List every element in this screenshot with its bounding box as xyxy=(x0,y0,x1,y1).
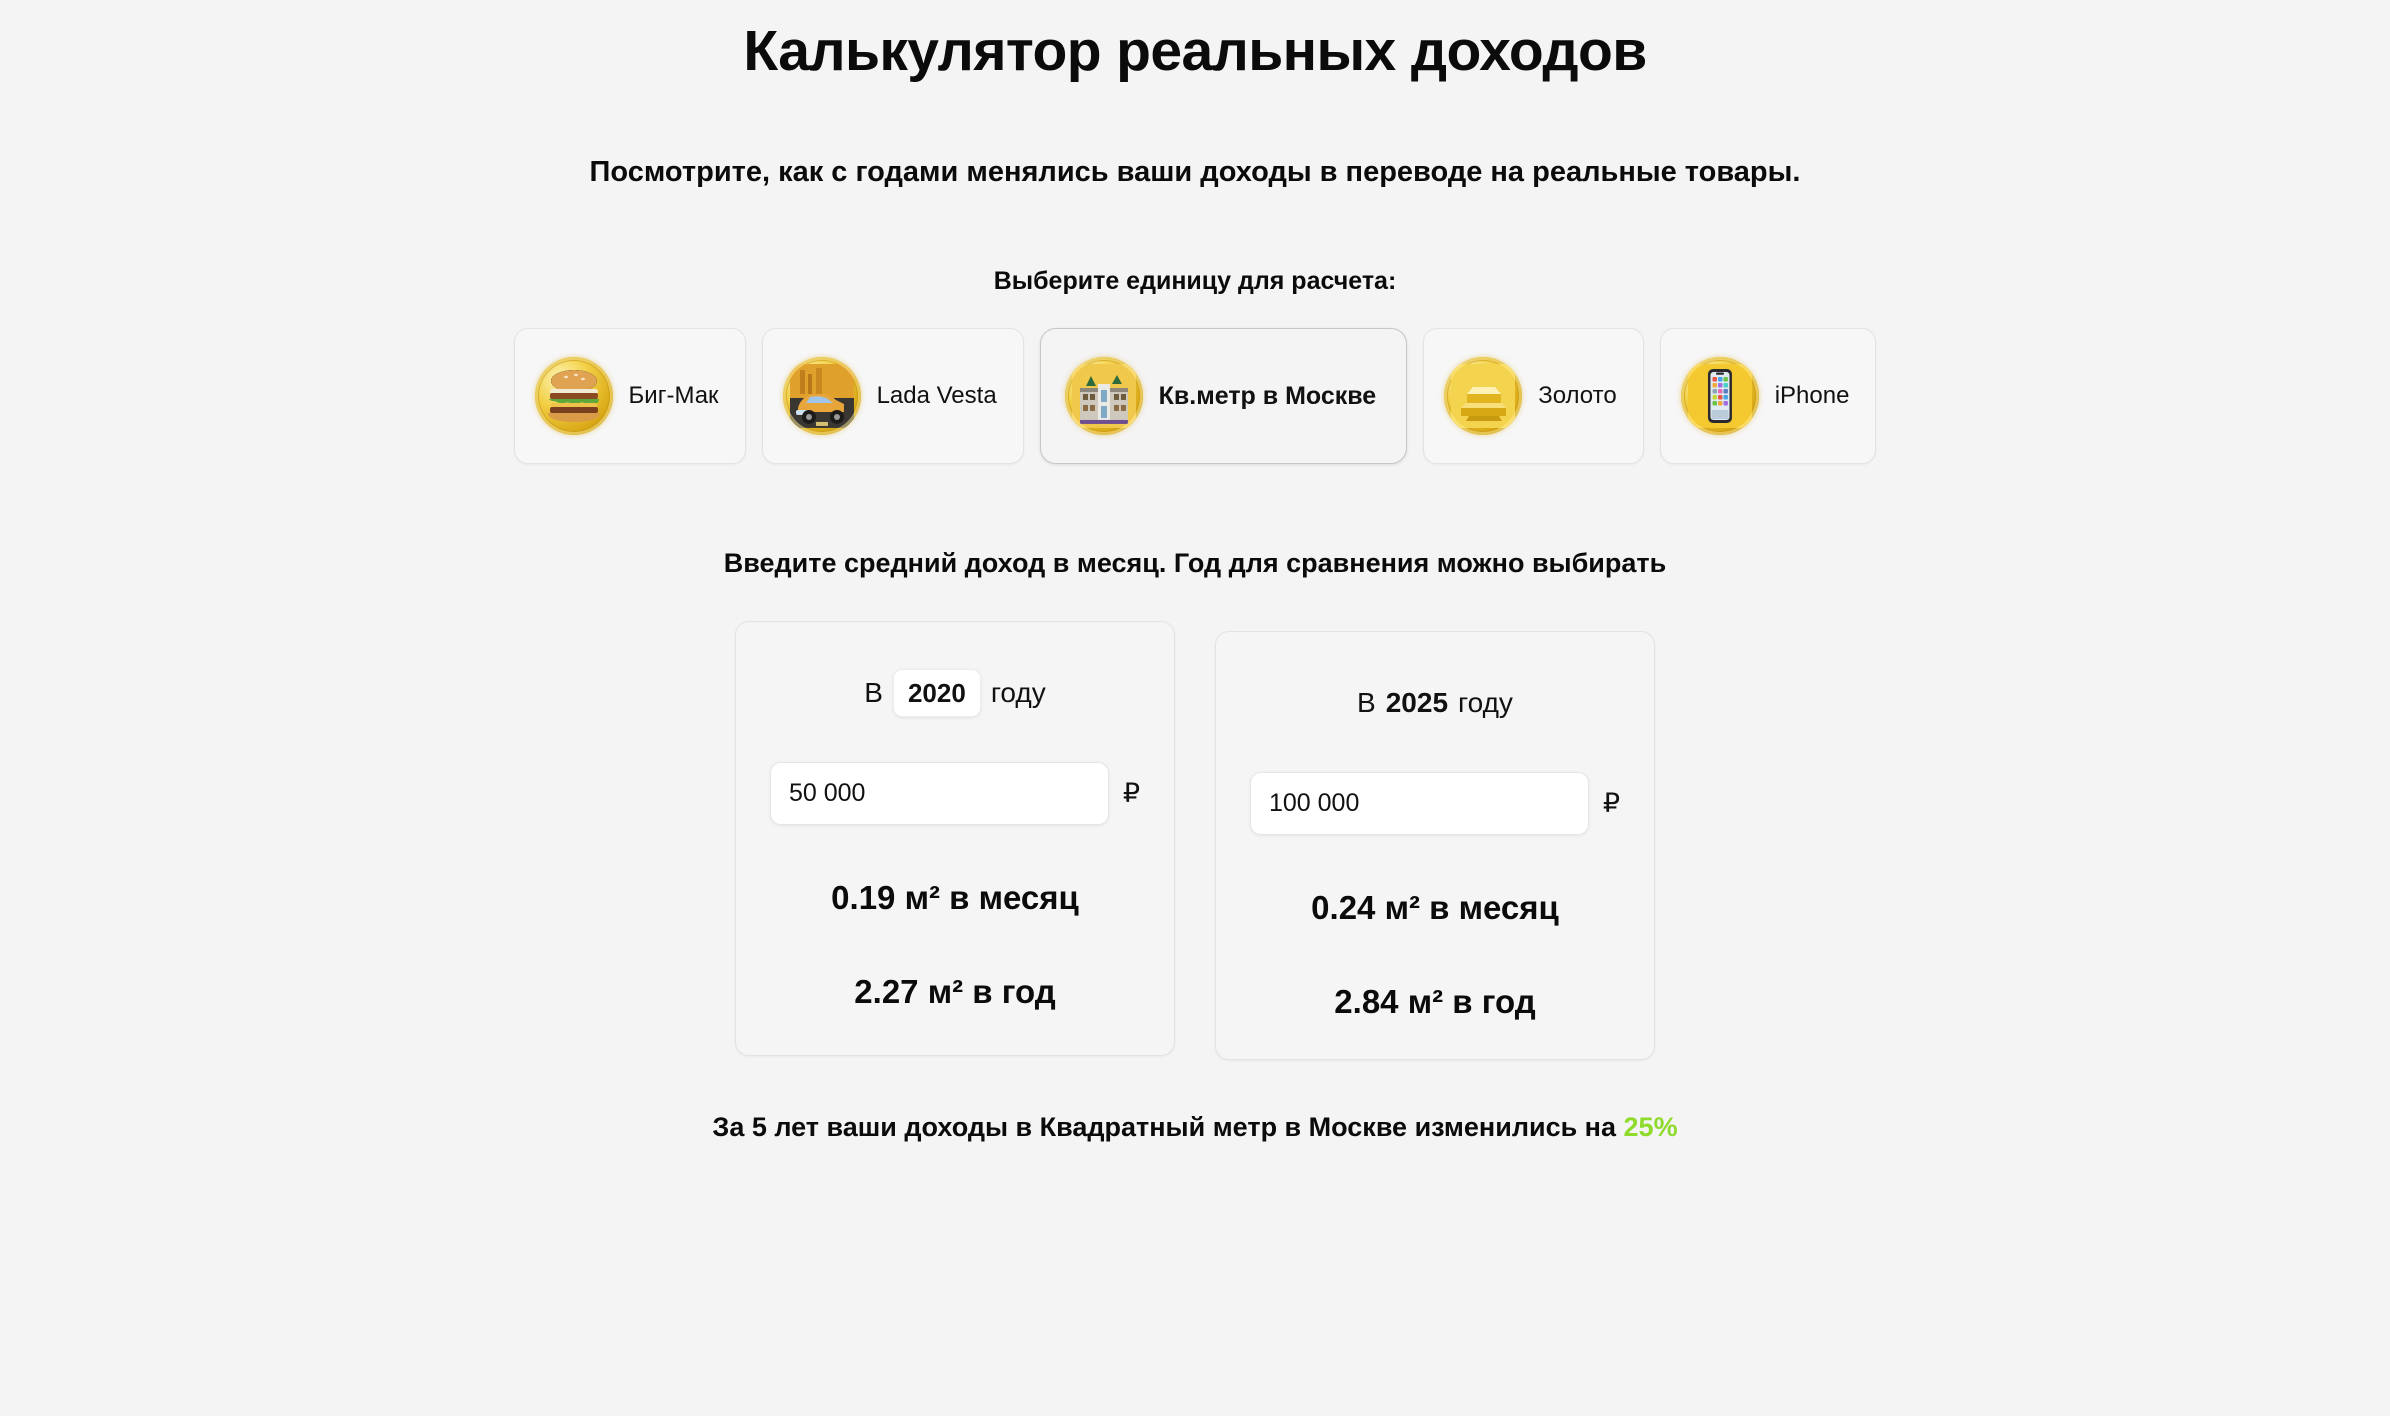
year-line: В 2025 году xyxy=(1357,672,1513,734)
gold-bar-coin-icon xyxy=(1444,357,1523,435)
result-per-month-2025: 0.24 м² в месяц xyxy=(1311,889,1559,926)
unit-chip-label: Биг-Мак xyxy=(628,382,719,409)
year-suffix: году xyxy=(1458,687,1513,718)
year-prefix: В xyxy=(864,677,883,708)
page-title: Калькулятор реальных доходов xyxy=(743,19,1647,83)
income-input-2025[interactable] xyxy=(1250,772,1589,835)
amount-row: ₽ xyxy=(1250,772,1620,835)
building-coin-icon xyxy=(1064,357,1143,435)
year-prefix: В xyxy=(1357,687,1376,718)
result-per-year-2025: 2.84 м² в год xyxy=(1334,983,1536,1020)
unit-chip-lada-vesta[interactable]: Lada Vesta xyxy=(761,328,1024,464)
comparison-cards: В 2020 году ₽ 0.19 м² в месяц 2.27 м² в … xyxy=(735,621,1655,1060)
currency-symbol: ₽ xyxy=(1602,788,1620,818)
summary-text: За 5 лет ваши доходы в Квадратный метр в… xyxy=(712,1112,1617,1142)
car-coin-icon xyxy=(782,357,861,435)
burger-coin-icon xyxy=(534,357,613,435)
amount-row: ₽ xyxy=(770,762,1140,825)
summary-percent: 25% xyxy=(1623,1112,1678,1142)
unit-chip-label: Золото xyxy=(1538,382,1617,409)
unit-chip-sqm-moscow[interactable]: Кв.метр в Москве xyxy=(1039,328,1408,464)
year-value-2025: 2025 xyxy=(1385,687,1449,718)
input-instruction: Введите средний доход в месяц. Год для с… xyxy=(723,548,1667,578)
summary-line: За 5 лет ваши доходы в Квадратный метр в… xyxy=(712,1060,1677,1143)
currency-symbol: ₽ xyxy=(1122,778,1140,808)
unit-chip-label: Lada Vesta xyxy=(876,382,997,409)
result-per-month-2020: 0.19 м² в месяц xyxy=(831,879,1079,916)
unit-picker-row: Биг-Мак Lada Vesta Кв.метр в Москве Золо… xyxy=(513,328,1877,464)
page-subtitle: Посмотрите, как с годами менялись ваши д… xyxy=(589,156,1801,188)
unit-chip-big-mac[interactable]: Биг-Мак xyxy=(513,328,746,464)
calculator-page: Калькулятор реальных доходов Посмотрите,… xyxy=(0,0,2390,1416)
unit-chip-gold[interactable]: Золото xyxy=(1423,328,1644,464)
year-card-2025: В 2025 году ₽ 0.24 м² в месяц 2.84 м² в … xyxy=(1215,631,1655,1060)
year-suffix: году xyxy=(990,677,1046,708)
smartphone-coin-icon xyxy=(1680,357,1759,435)
year-select-2020[interactable]: 2020 xyxy=(892,669,981,717)
income-input-2020[interactable] xyxy=(770,762,1109,825)
year-card-2020: В 2020 году ₽ 0.19 м² в месяц 2.27 м² в … xyxy=(735,621,1175,1056)
result-per-year-2020: 2.27 м² в год xyxy=(854,973,1056,1010)
unit-chip-iphone[interactable]: iPhone xyxy=(1659,328,1877,464)
unit-picker-label: Выберите единицу для расчета: xyxy=(993,267,1397,295)
unit-chip-label: iPhone xyxy=(1774,382,1850,409)
year-line: В 2020 году xyxy=(864,662,1046,724)
unit-chip-label: Кв.метр в Москве xyxy=(1158,381,1377,410)
